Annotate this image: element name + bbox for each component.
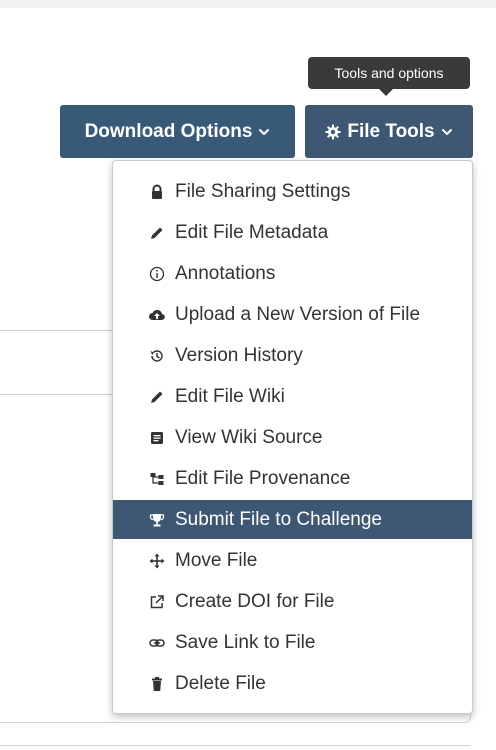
info-icon bbox=[147, 264, 167, 284]
menu-item-label: View Wiki Source bbox=[175, 426, 323, 448]
menu-item-label: Save Link to File bbox=[175, 631, 316, 653]
menu-item-label: Move File bbox=[175, 549, 258, 571]
top-strip bbox=[0, 0, 496, 8]
menu-item-submit-file-to-challenge[interactable]: Submit File to Challenge bbox=[113, 500, 472, 539]
menu-item-label: Submit File to Challenge bbox=[175, 508, 382, 530]
menu-item-upload-new-version[interactable]: Upload a New Version of File bbox=[113, 295, 472, 334]
file-tools-button[interactable]: File Tools bbox=[305, 105, 473, 158]
divider bbox=[0, 330, 112, 331]
menu-item-label: Delete File bbox=[175, 672, 266, 694]
tooltip: Tools and options bbox=[308, 57, 470, 89]
cloud-upload-icon bbox=[147, 305, 167, 325]
provenance-icon bbox=[147, 469, 167, 489]
menu-item-label: Edit File Wiki bbox=[175, 385, 285, 407]
file-tools-label: File Tools bbox=[347, 120, 435, 142]
menu-item-delete-file[interactable]: Delete File bbox=[113, 664, 472, 703]
menu-item-save-link[interactable]: Save Link to File bbox=[113, 623, 472, 662]
external-link-icon bbox=[147, 592, 167, 612]
menu-item-label: File Sharing Settings bbox=[175, 180, 351, 202]
file-tools-menu: File Sharing Settings Edit File Metadata… bbox=[112, 160, 473, 714]
gear-icon bbox=[325, 124, 341, 140]
menu-item-label: Create DOI for File bbox=[175, 590, 335, 612]
menu-item-edit-file-provenance[interactable]: Edit File Provenance bbox=[113, 459, 472, 498]
download-options-label: Download Options bbox=[84, 120, 253, 142]
menu-item-edit-file-metadata[interactable]: Edit File Metadata bbox=[113, 213, 472, 252]
menu-item-label: Edit File Metadata bbox=[175, 221, 329, 243]
menu-item-label: Version History bbox=[175, 344, 303, 366]
tooltip-arrow bbox=[379, 89, 393, 96]
menu-item-label: Upload a New Version of File bbox=[175, 303, 421, 325]
menu-item-label: Annotations bbox=[175, 262, 276, 284]
divider bbox=[0, 394, 112, 395]
chevron-down-icon bbox=[441, 126, 453, 138]
menu-item-file-sharing-settings[interactable]: File Sharing Settings bbox=[113, 172, 472, 211]
document-icon bbox=[147, 428, 167, 448]
pencil-icon bbox=[147, 223, 167, 243]
menu-item-view-wiki-source[interactable]: View Wiki Source bbox=[113, 418, 472, 457]
trash-icon bbox=[147, 674, 167, 694]
menu-item-version-history[interactable]: Version History bbox=[113, 336, 472, 375]
menu-item-move-file[interactable]: Move File bbox=[113, 541, 472, 580]
divider bbox=[0, 745, 470, 746]
menu-item-create-doi[interactable]: Create DOI for File bbox=[113, 582, 472, 621]
download-options-button[interactable]: Download Options bbox=[60, 105, 295, 158]
move-icon bbox=[147, 551, 167, 571]
link-icon bbox=[147, 633, 167, 653]
lock-icon bbox=[147, 182, 167, 202]
menu-item-label: Edit File Provenance bbox=[175, 467, 351, 489]
menu-item-annotations[interactable]: Annotations bbox=[113, 254, 472, 293]
trophy-icon bbox=[147, 510, 167, 530]
history-icon bbox=[147, 346, 167, 366]
chevron-down-icon bbox=[258, 126, 270, 138]
pencil-icon bbox=[147, 387, 167, 407]
menu-item-edit-file-wiki[interactable]: Edit File Wiki bbox=[113, 377, 472, 416]
